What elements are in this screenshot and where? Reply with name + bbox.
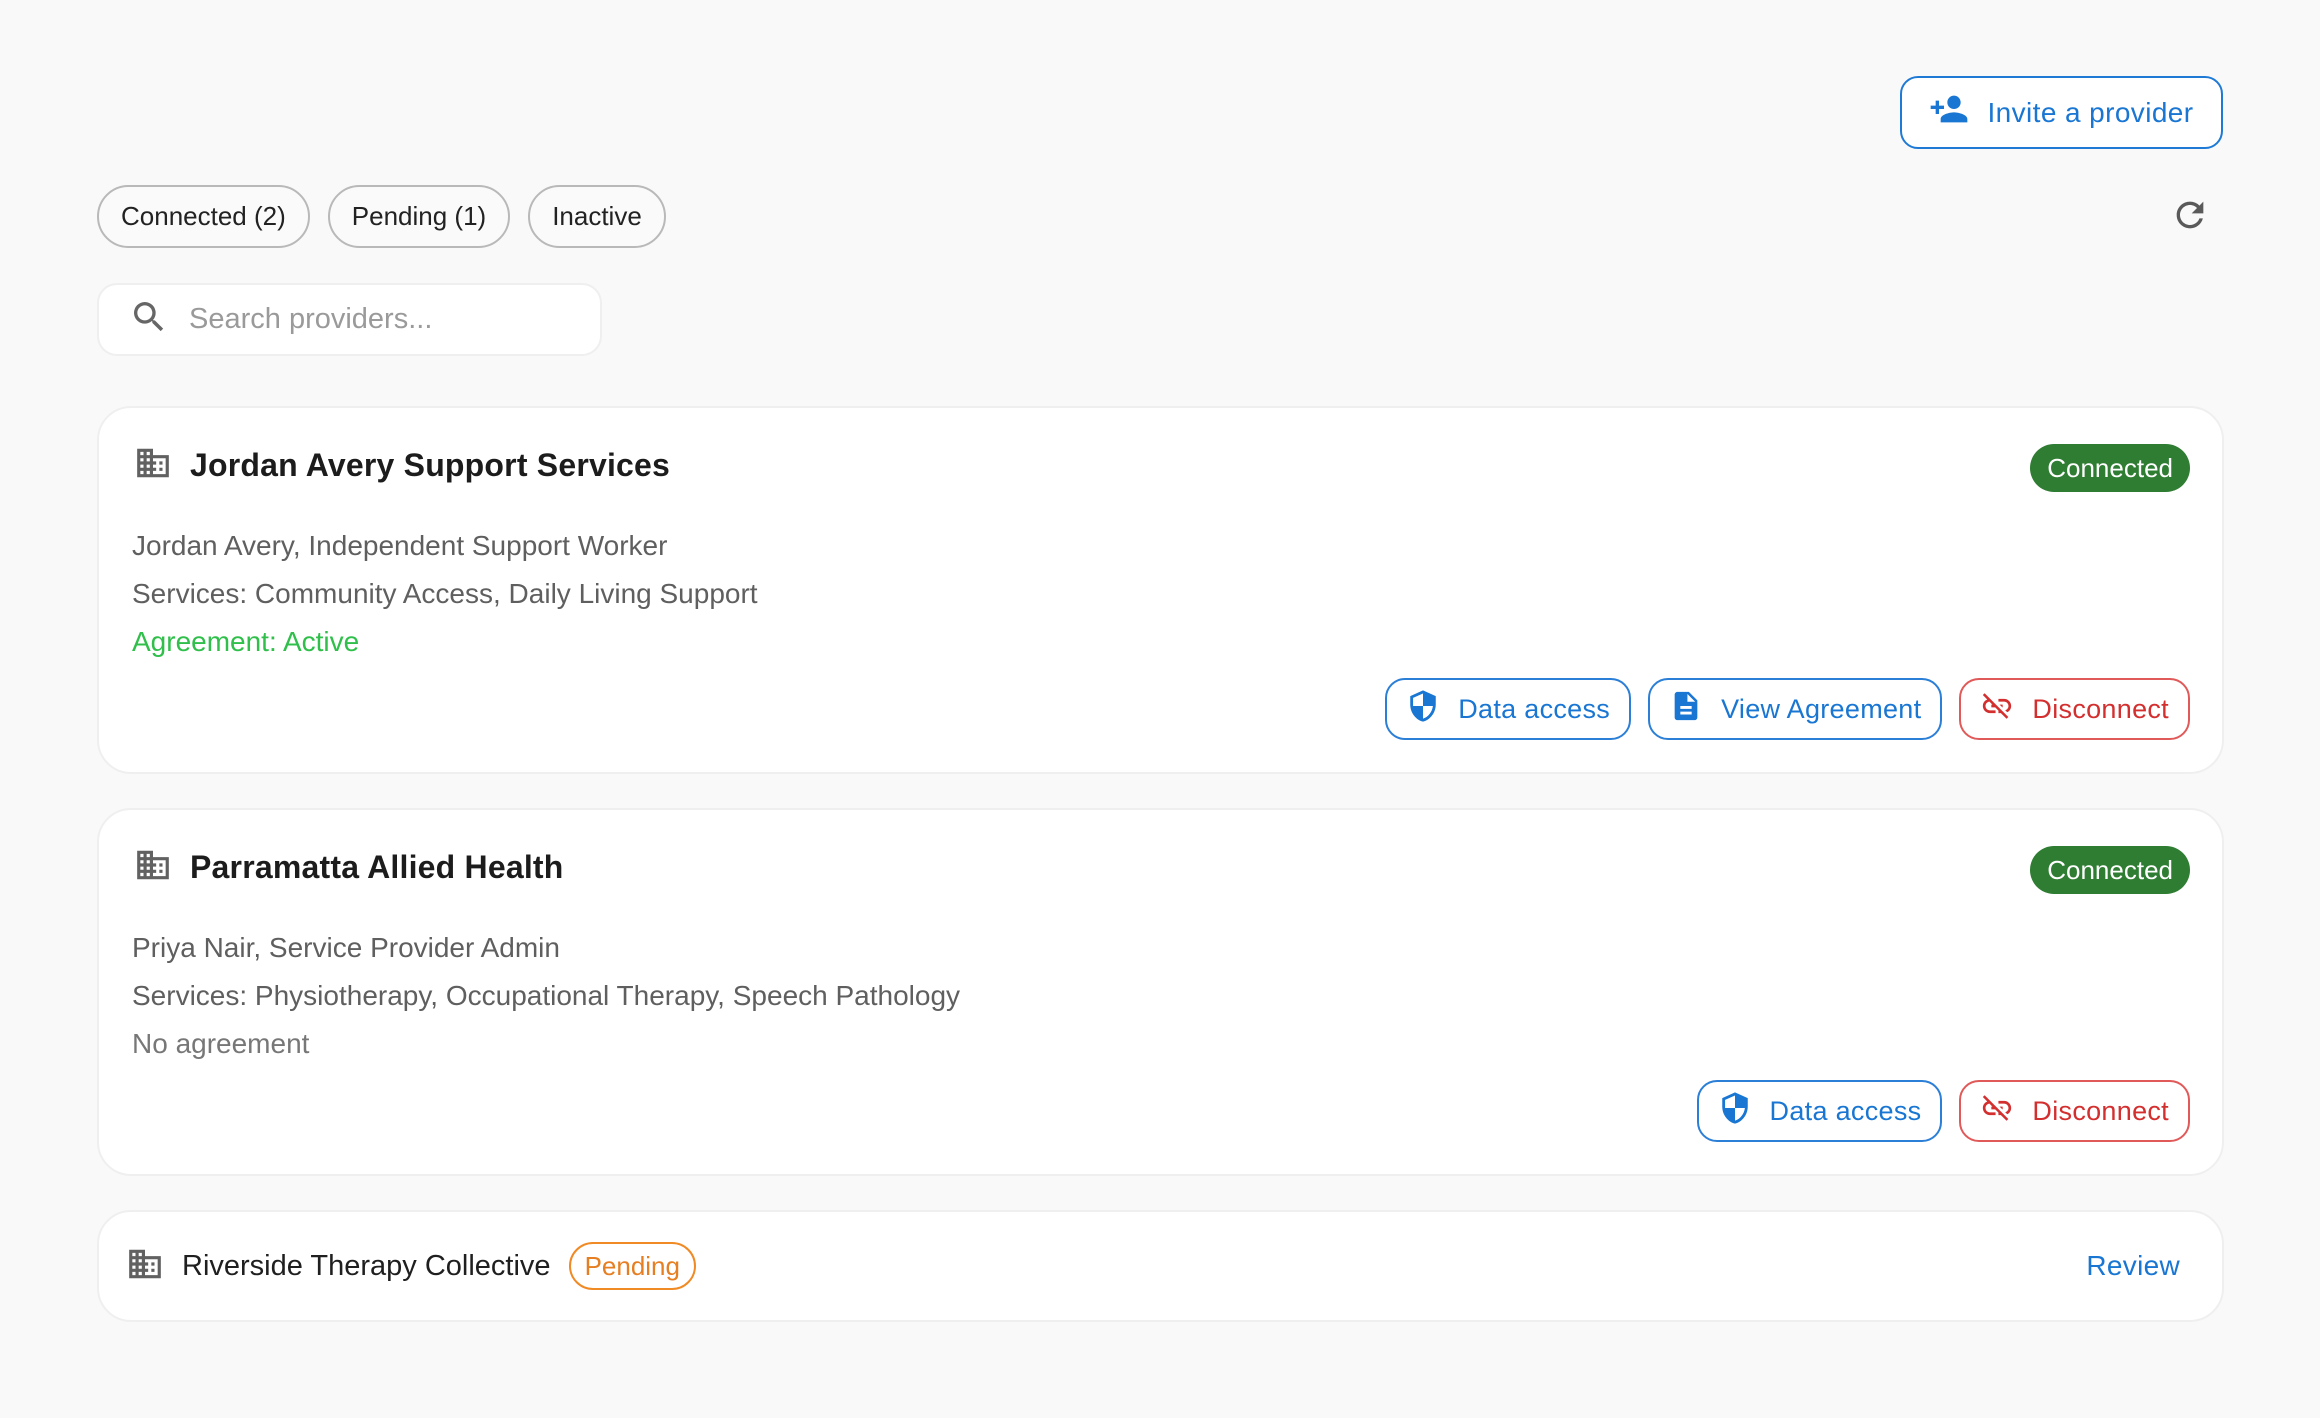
provider-name: Parramatta Allied Health xyxy=(190,849,564,885)
provider-header: Parramatta Allied Health xyxy=(134,846,564,889)
review-button[interactable]: Review xyxy=(2086,1212,2180,1320)
provider-services: Services: Physiotherapy, Occupational Th… xyxy=(132,980,961,1011)
provider-details: Jordan Avery, Independent Support Worker… xyxy=(132,522,758,666)
disconnect-label: Disconnect xyxy=(2032,1095,2169,1126)
link-off-icon xyxy=(1980,689,2014,730)
provider-contact: Priya Nair, Service Provider Admin xyxy=(132,932,560,963)
provider-header: Jordan Avery Support Services xyxy=(134,444,670,487)
pending-badge: Pending xyxy=(568,1242,696,1290)
pending-provider-row: Riverside Therapy Collective Pending Rev… xyxy=(97,1210,2224,1322)
data-access-label: Data access xyxy=(1769,1095,1922,1126)
refresh-icon[interactable] xyxy=(2170,195,2210,235)
provider-details: Priya Nair, Service Provider Admin Servi… xyxy=(132,924,960,1068)
tab-inactive[interactable]: Inactive xyxy=(528,185,666,248)
invite-provider-button[interactable]: Invite a provider xyxy=(1900,76,2223,149)
agreement-status: No agreement xyxy=(132,1028,310,1059)
shield-icon xyxy=(1718,1091,1752,1132)
providers-page: Invite a provider Connected (2) Pending … xyxy=(0,0,2320,1418)
pending-provider-info: Riverside Therapy Collective Pending xyxy=(126,1212,696,1320)
provider-actions: Data access View Agreement Disconnect xyxy=(1385,678,2190,740)
provider-actions: Data access Disconnect xyxy=(1696,1080,2190,1142)
shield-icon xyxy=(1406,689,1440,730)
disconnect-label: Disconnect xyxy=(2032,693,2169,724)
tab-connected[interactable]: Connected (2) xyxy=(97,185,310,248)
link-off-icon xyxy=(1980,1091,2014,1132)
tab-pending[interactable]: Pending (1) xyxy=(327,185,511,248)
provider-services: Services: Community Access, Daily Living… xyxy=(132,578,758,609)
provider-card: Jordan Avery Support Services Connected … xyxy=(97,406,2224,774)
disconnect-button[interactable]: Disconnect xyxy=(1959,1080,2190,1142)
data-access-label: Data access xyxy=(1458,693,1611,724)
search-input[interactable] xyxy=(189,303,569,336)
disconnect-button[interactable]: Disconnect xyxy=(1959,678,2190,740)
building-icon xyxy=(134,444,172,487)
provider-name: Jordan Avery Support Services xyxy=(190,447,671,483)
provider-card: Parramatta Allied Health Connected Priya… xyxy=(97,808,2224,1176)
provider-name: Riverside Therapy Collective xyxy=(182,1249,551,1282)
data-access-button[interactable]: Data access xyxy=(1385,678,1632,740)
person-add-icon xyxy=(1929,89,1969,136)
invite-provider-label: Invite a provider xyxy=(1987,96,2194,128)
document-icon xyxy=(1669,689,1703,730)
status-badge: Connected xyxy=(2030,846,2190,894)
status-filter-tabs: Connected (2) Pending (1) Inactive xyxy=(97,185,666,248)
building-icon xyxy=(126,1245,164,1288)
search-box xyxy=(97,283,602,356)
status-badge: Connected xyxy=(2030,444,2190,492)
provider-contact: Jordan Avery, Independent Support Worker xyxy=(132,530,668,561)
view-agreement-button[interactable]: View Agreement xyxy=(1648,678,1943,740)
building-icon xyxy=(134,846,172,889)
data-access-button[interactable]: Data access xyxy=(1696,1080,1943,1142)
view-agreement-label: View Agreement xyxy=(1721,693,1922,724)
search-icon xyxy=(129,297,169,342)
agreement-status: Agreement: Active xyxy=(132,626,360,657)
